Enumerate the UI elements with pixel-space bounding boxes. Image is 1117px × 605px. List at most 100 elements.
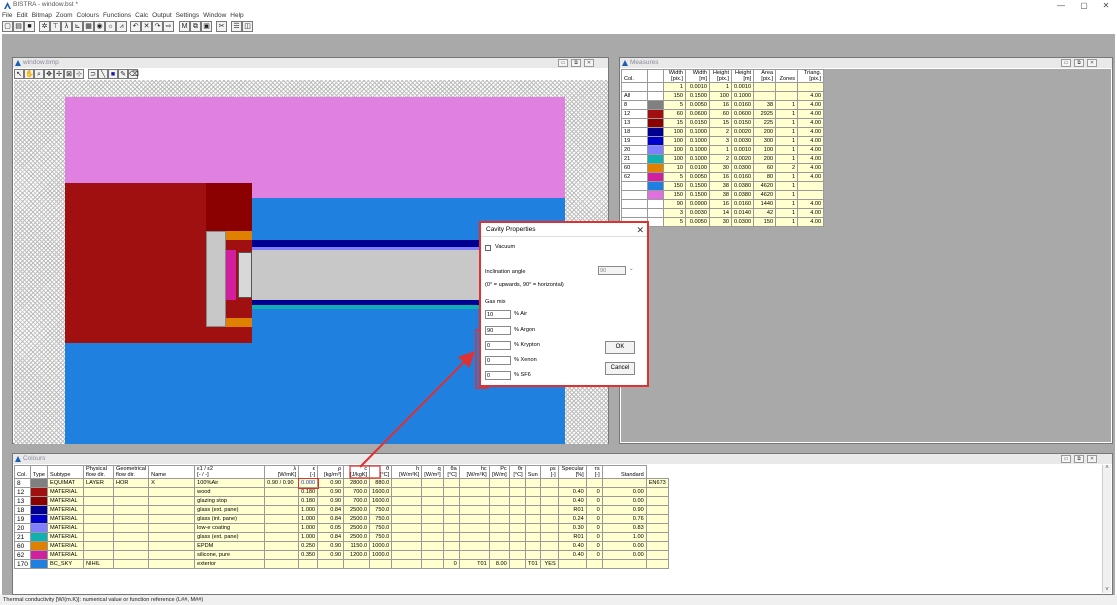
measures-cell-h-pix[interactable]: 16 xyxy=(709,172,732,182)
colours-cell[interactable] xyxy=(645,559,669,569)
colours-cell[interactable]: 0 xyxy=(585,496,603,506)
colours-cell[interactable] xyxy=(421,559,444,569)
colours-cell[interactable]: YES xyxy=(539,559,559,569)
colours-cell[interactable]: 0.180 xyxy=(298,487,319,497)
colours-row[interactable]: 19 MATERIAL glass (int. pane) 1.000 0.84 2500… xyxy=(14,514,669,524)
colours-cell[interactable] xyxy=(645,532,669,542)
colours-cell[interactable]: 0.84 xyxy=(317,514,345,524)
colours-cell[interactable] xyxy=(645,487,669,497)
tile-horizontal-icon[interactable]: ☰ xyxy=(231,21,242,32)
colours-cell[interactable] xyxy=(264,532,300,542)
measures-cell-w-pix[interactable]: 100 xyxy=(663,136,686,146)
colours-row[interactable]: 8 EQUIMAT LAYER HOR X 100%Air 0.90 / 0.90 0.000… xyxy=(14,477,669,489)
colours-cell[interactable] xyxy=(264,514,300,524)
colours-row[interactable]: 21 MATERIAL glass (ext. pane) 1.000 0.84 2500… xyxy=(14,532,669,542)
colours-cell[interactable] xyxy=(442,523,460,533)
colours-cell[interactable] xyxy=(391,505,423,515)
colours-cell[interactable]: 2800.0 xyxy=(343,478,371,488)
measures-cell-h-m[interactable]: 0.0020 xyxy=(730,127,755,137)
colours-cell[interactable] xyxy=(391,523,423,533)
colours-cell[interactable] xyxy=(458,541,490,551)
colours-cell[interactable] xyxy=(442,487,460,497)
restore-icon[interactable]: ⧉ xyxy=(571,59,581,67)
colours-cell[interactable]: silicone, pure xyxy=(194,550,266,560)
image-icon[interactable]: ▣ xyxy=(201,21,212,32)
colours-cell[interactable]: MATERIAL xyxy=(47,523,84,533)
colours-cell[interactable] xyxy=(645,541,669,551)
measures-cell-h-m[interactable]: 0.0020 xyxy=(730,154,755,164)
measures-cell-h-pix[interactable]: 16 xyxy=(709,199,732,209)
colours-cell[interactable]: LAYER xyxy=(83,478,114,488)
colours-cell[interactable]: HOR xyxy=(112,478,150,488)
measures-cell-h-pix[interactable]: 30 xyxy=(709,163,732,173)
colours-cell[interactable] xyxy=(524,523,541,533)
measures-cell-tri[interactable]: 4.00 xyxy=(797,154,825,164)
measures-cell-w-m[interactable]: 0.0050 xyxy=(685,100,710,110)
colours-cell[interactable]: 2500.0 xyxy=(343,532,371,542)
colours-cell[interactable] xyxy=(539,550,559,560)
colours-cell[interactable] xyxy=(508,505,526,515)
colours-cell[interactable] xyxy=(83,532,114,542)
colours-cell[interactable]: glass (ext. pane) xyxy=(194,532,266,542)
colours-cell[interactable] xyxy=(421,523,444,533)
measures-cell-w-m[interactable]: 0.0100 xyxy=(685,163,710,173)
colours-row[interactable]: 12 MATERIAL wood 0.180 0.90 700.0 1600.0 0.40 0 0… xyxy=(14,487,669,497)
colours-cell[interactable]: 0.350 xyxy=(298,550,319,560)
measures-row[interactable]: 3 0.0030 14 0.0140 42 1 4.00 xyxy=(621,208,825,218)
colours-cell[interactable]: 0.30 xyxy=(557,523,587,533)
measures-cell-h-pix[interactable]: 15 xyxy=(709,118,732,128)
colours-cell[interactable] xyxy=(391,541,423,551)
colours-cell[interactable] xyxy=(343,559,371,569)
close-icon[interactable]: ✕ xyxy=(1087,455,1097,463)
colours-cell[interactable] xyxy=(488,505,510,515)
colours-cell[interactable]: 1150.0 xyxy=(343,541,371,551)
measures-row[interactable]: 20 100 0.1000 1 0.0010 100 1 4.00 xyxy=(621,145,825,155)
measures-cell-w-pix[interactable]: 150 xyxy=(663,190,686,200)
colours-cell[interactable] xyxy=(112,550,150,560)
palette-icon[interactable]: ◉ xyxy=(94,21,105,32)
colours-cell[interactable]: 0.250 xyxy=(298,541,319,551)
colours-cell[interactable] xyxy=(508,541,526,551)
dialog-close-icon[interactable]: ✕ xyxy=(636,223,644,237)
gas-argon-input[interactable] xyxy=(485,326,511,335)
measures-cell-area[interactable]: 200 xyxy=(753,127,777,137)
measures-cell-zones[interactable]: 1 xyxy=(775,208,799,218)
measures-cell-w-pix[interactable]: 15 xyxy=(663,118,686,128)
colours-cell[interactable]: MATERIAL xyxy=(47,541,84,551)
colours-cell[interactable]: EQUIMAT xyxy=(47,478,84,488)
measures-cell-w-pix[interactable]: 5 xyxy=(663,172,686,182)
measures-cell-w-pix[interactable]: 100 xyxy=(663,145,686,155)
measures-cell-h-pix[interactable]: 38 xyxy=(709,190,732,200)
measures-row[interactable]: 8 5 0.0050 16 0.0160 38 1 4.00 xyxy=(621,100,825,110)
gear-icon[interactable]: ✲ xyxy=(39,21,50,32)
colours-cell[interactable] xyxy=(264,550,300,560)
measures-cell-w-m[interactable]: 0.1000 xyxy=(685,145,710,155)
new-file-icon[interactable]: ▢ xyxy=(2,21,13,32)
measures-cell-h-pix[interactable]: 38 xyxy=(709,181,732,191)
colours-cell[interactable]: 0.84 xyxy=(317,505,345,515)
measures-cell-h-m[interactable]: 0.1000 xyxy=(730,91,755,101)
menu-output[interactable]: Output xyxy=(150,11,174,21)
close-icon[interactable]: ✕ xyxy=(584,59,594,67)
measures-cell-h-m[interactable]: 0.0150 xyxy=(730,118,755,128)
colours-cell[interactable]: 1200.0 xyxy=(343,550,371,560)
measures-cell-h-pix[interactable]: 2 xyxy=(709,127,732,137)
colours-cell[interactable] xyxy=(524,541,541,551)
colours-cell[interactable]: glass (int. pane) xyxy=(194,514,266,524)
measures-cell-h-m[interactable]: 0.0160 xyxy=(730,199,755,209)
colours-cell[interactable]: X xyxy=(148,478,196,488)
colours-cell[interactable]: 0.00 xyxy=(601,496,647,506)
colours-cell[interactable] xyxy=(369,559,393,569)
measures-cell-w-m[interactable]: 0.0050 xyxy=(685,172,710,182)
colours-cell[interactable]: BC_SKY xyxy=(47,559,84,569)
measures-cell-area[interactable]: 100 xyxy=(753,145,777,155)
colours-cell[interactable]: 750.0 xyxy=(369,505,393,515)
colours-cell[interactable] xyxy=(508,523,526,533)
measures-cell-h-pix[interactable]: 3 xyxy=(709,136,732,146)
redo-icon[interactable]: ↷ xyxy=(152,21,163,32)
colours-cell[interactable]: 1000.0 xyxy=(369,550,393,560)
colours-row[interactable]: 13 MATERIAL glazing stop 0.180 0.90 700.0 1600… xyxy=(14,496,669,506)
colours-cell[interactable] xyxy=(264,487,300,497)
gas-air-input[interactable] xyxy=(485,310,511,319)
inclination-dropdown-icon[interactable]: ⌄ xyxy=(629,266,634,272)
